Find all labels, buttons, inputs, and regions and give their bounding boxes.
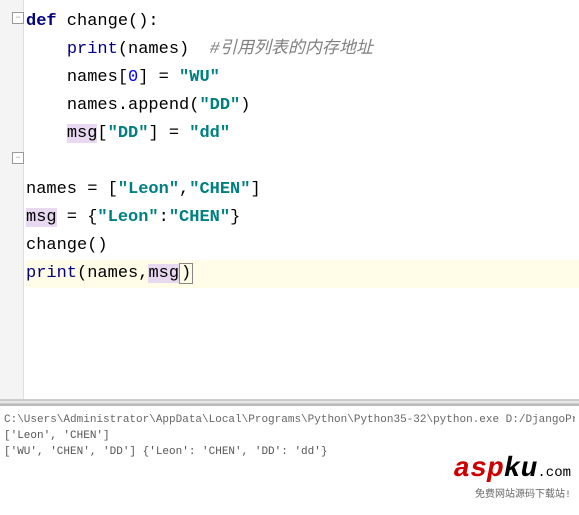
highlighted-var: msg (148, 264, 179, 283)
gutter: − − (0, 0, 24, 399)
terminal-pane[interactable]: C:\Users\Administrator\AppData\Local\Pro… (0, 404, 579, 515)
comment: #引用列表的内存地址 (189, 40, 373, 59)
watermark-logo: aspku.com 免费网站源码下载站! (453, 454, 571, 501)
keyword-print: print (26, 264, 77, 283)
keyword-print: print (67, 40, 118, 59)
highlighted-var: msg (26, 208, 57, 227)
terminal-output: ['Leon', 'CHEN'] (4, 428, 575, 444)
code-line[interactable]: msg = {"Leon":"CHEN"} (26, 204, 579, 232)
code-line[interactable]: change() (26, 232, 579, 260)
string-literal: "DD" (199, 96, 240, 115)
code-area[interactable]: def change(): print(names) #引用列表的内存地址 na… (26, 0, 579, 288)
highlighted-var: msg (67, 124, 98, 143)
code-line-current[interactable]: print(names,msg) (26, 260, 579, 288)
code-line[interactable]: print(names) #引用列表的内存地址 (26, 36, 579, 64)
code-line[interactable]: names = ["Leon","CHEN"] (26, 176, 579, 204)
string-literal: "WU" (179, 68, 220, 87)
code-line[interactable]: names[0] = "WU" (26, 64, 579, 92)
code-line[interactable] (26, 148, 579, 176)
code-line[interactable]: names.append("DD") (26, 92, 579, 120)
fold-icon[interactable]: − (12, 152, 24, 164)
keyword-def: def (26, 12, 57, 31)
code-line[interactable]: def change(): (26, 8, 579, 36)
code-line[interactable]: msg["DD"] = "dd" (26, 120, 579, 148)
terminal-command: C:\Users\Administrator\AppData\Local\Pro… (4, 412, 575, 428)
code-editor[interactable]: − − def change(): print(names) #引用列表的内存地… (0, 0, 579, 400)
cursor: ) (179, 263, 193, 284)
fold-icon[interactable]: − (12, 12, 24, 24)
